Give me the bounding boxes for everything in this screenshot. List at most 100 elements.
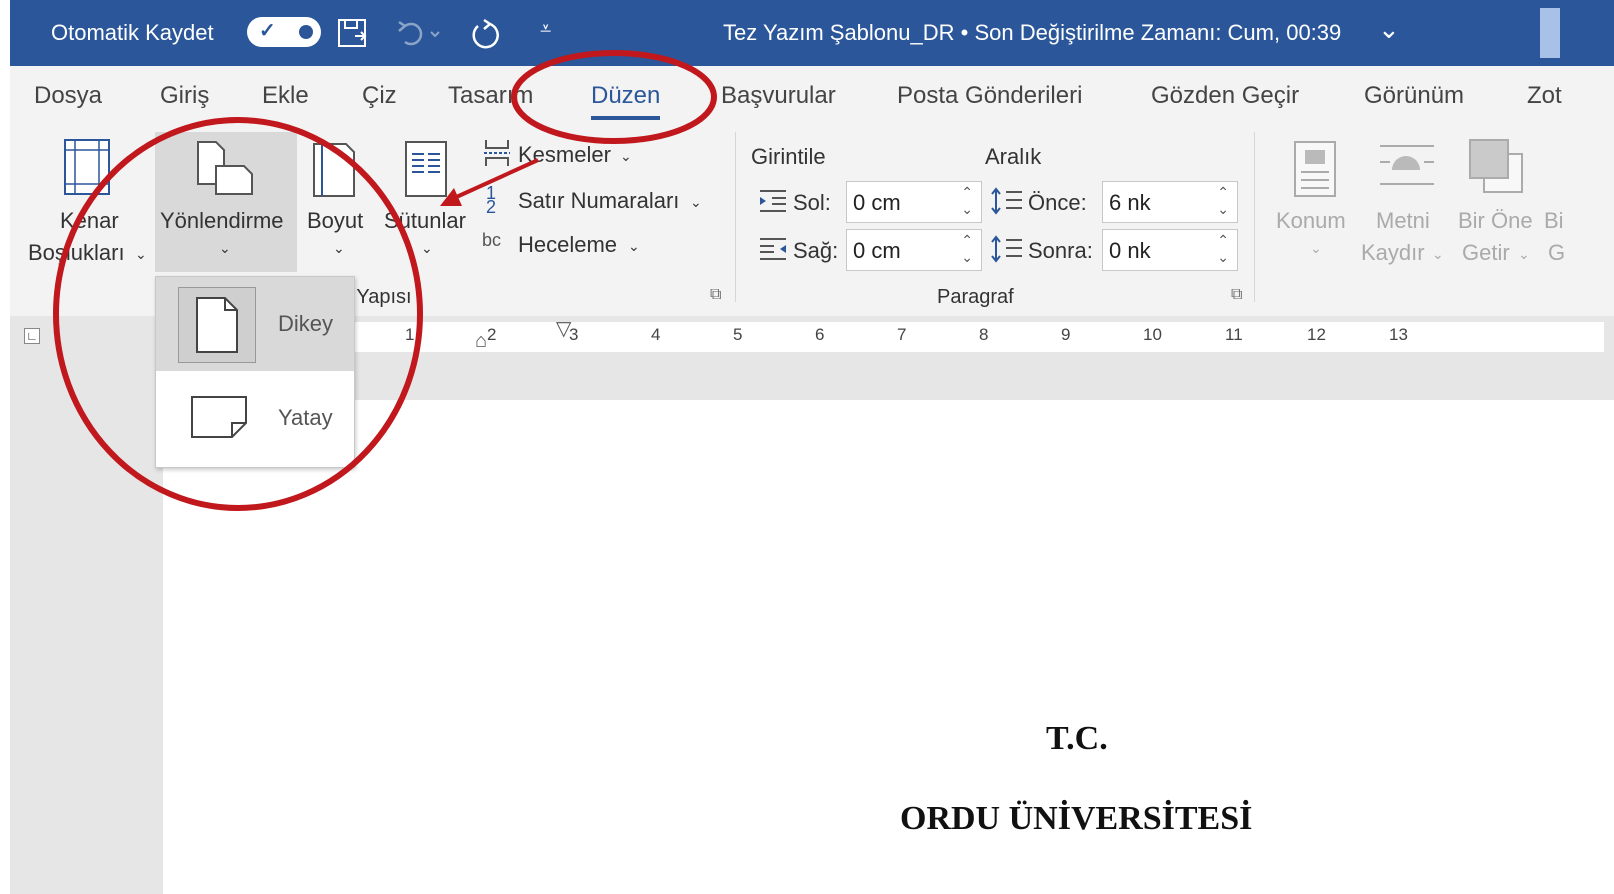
breaks-label[interactable]: Kesmeler <box>518 142 611 168</box>
position-icon <box>1293 140 1337 203</box>
ruler-number: 7 <box>897 325 907 344</box>
orientation-option-portrait[interactable]: Dikey <box>156 277 354 371</box>
ruler-number: 12 <box>1307 325 1326 344</box>
first-line-indent-marker-icon[interactable]: ▽ <box>556 316 571 341</box>
spacing-before-label: Önce: <box>1028 190 1087 215</box>
bring-forward-label-2[interactable]: Getir <box>1462 240 1510 266</box>
spacing-after-icon <box>990 234 1024 269</box>
chevron-down-icon: ⌄ <box>135 246 147 262</box>
chevron-down-icon: ⌄ <box>1518 246 1530 262</box>
spin-arrows-icon[interactable]: ⌃ ⌄ <box>1217 184 1229 218</box>
ruler-number: 11 <box>1225 325 1243 344</box>
tab-tasarim[interactable]: Tasarım <box>448 82 533 110</box>
ruler-number: 1 <box>405 325 415 344</box>
page-setup-launcher-icon[interactable]: ⧉ <box>710 286 721 304</box>
portrait-icon-frame <box>178 287 256 363</box>
indent-title: Girintile <box>751 144 826 169</box>
title-bar: Otomatik Kaydet ✓ ⩡ Tez Yazım Şablonu_DR… <box>10 0 1614 66</box>
tab-giris[interactable]: Giriş <box>160 82 209 110</box>
document-page[interactable]: T.C. ORDU ÜNİVERSİTESİ <box>163 400 1614 894</box>
hanging-indent-marker-icon[interactable]: ⌂ <box>475 330 487 353</box>
ribbon-tabs: Dosya Giriş Ekle Çiz Tasarım Düzen Başvu… <box>10 66 1614 126</box>
spin-arrows-icon[interactable]: ⌃ ⌄ <box>961 232 973 266</box>
chevron-down-icon: ⌄ <box>628 238 640 254</box>
tab-dosya[interactable]: Dosya <box>34 82 102 110</box>
indent-left-input[interactable]: 0 cm ⌃ ⌄ <box>846 181 982 223</box>
chevron-down-icon: ⌄ <box>219 240 231 256</box>
document-title: Tez Yazım Şablonu_DR • Son Değiştirilme … <box>723 20 1342 45</box>
tab-basvurular[interactable]: Başvurular <box>721 82 836 110</box>
doc-line-tc[interactable]: T.C. <box>1046 720 1108 758</box>
ribbon-cutoff-text-2: G <box>1548 240 1566 265</box>
tab-gozden-gecir[interactable]: Gözden Geçir <box>1151 82 1299 110</box>
breaks-icon <box>482 138 512 173</box>
doc-line-university[interactable]: ORDU ÜNİVERSİTESİ <box>900 800 1252 838</box>
line-numbers-icon: 12 <box>486 183 497 217</box>
indent-right-icon <box>758 236 788 267</box>
toggle-knob <box>299 25 313 39</box>
hyphenation-label[interactable]: Heceleme <box>518 232 617 258</box>
landscape-label: Yatay <box>278 405 333 430</box>
orientation-option-landscape[interactable]: Yatay <box>156 371 354 465</box>
spin-arrows-icon[interactable]: ⌃ ⌄ <box>961 184 973 218</box>
size-label[interactable]: Boyut <box>307 208 363 234</box>
ribbon-cutoff-text: Bi <box>1544 208 1564 233</box>
indent-left-icon <box>758 188 788 219</box>
margins-label-1[interactable]: Kenar <box>60 208 119 234</box>
autosave-toggle[interactable]: ✓ <box>247 17 321 47</box>
indent-right-label: Sağ: <box>793 238 839 263</box>
wrap-text-icon <box>1378 140 1436 195</box>
ruler-number: 8 <box>979 325 989 344</box>
spin-arrows-icon[interactable]: ⌃ ⌄ <box>1217 232 1229 266</box>
orientation-icon <box>194 140 256 203</box>
orientation-label[interactable]: Yönlendirme <box>160 208 284 234</box>
tab-gorunum[interactable]: Görünüm <box>1364 82 1464 110</box>
save-icon[interactable] <box>337 18 371 57</box>
columns-icon <box>404 140 450 203</box>
tab-posta-gonderileri[interactable]: Posta Gönderileri <box>897 82 1082 110</box>
redo-icon[interactable] <box>468 18 502 59</box>
portrait-label: Dikey <box>278 311 334 336</box>
spacing-after-input[interactable]: 0 nk ⌃ ⌄ <box>1102 229 1238 271</box>
line-numbers-label[interactable]: Satır Numaraları <box>518 188 679 214</box>
ruler-number: 6 <box>815 325 825 344</box>
spacing-after-label: Sonra: <box>1028 238 1093 263</box>
paragraph-launcher-icon[interactable]: ⧉ <box>1231 286 1242 304</box>
bring-forward-label-1[interactable]: Bir Öne <box>1458 208 1533 234</box>
position-label[interactable]: Konum <box>1276 208 1346 234</box>
customize-toolbar-icon[interactable]: ⩡ <box>540 18 551 41</box>
ruler-number: 2 <box>487 325 497 344</box>
ruler-number: 13 <box>1389 325 1408 344</box>
check-icon: ✓ <box>259 20 276 42</box>
tab-stop-selector-icon[interactable]: ∟ <box>24 328 40 344</box>
undo-icon[interactable] <box>395 18 445 57</box>
group-separator <box>1254 132 1255 302</box>
margins-label-2[interactable]: Boşlukları <box>28 240 125 266</box>
paragraph-group-label: Paragraf <box>937 286 1014 308</box>
wrap-text-label-2[interactable]: Kaydır <box>1361 240 1425 266</box>
chevron-down-icon[interactable]: ⌄ <box>1378 14 1400 45</box>
ruler-number: 10 <box>1143 325 1162 344</box>
bring-forward-icon <box>1468 138 1526 201</box>
page-size-icon <box>312 140 358 203</box>
indent-right-input[interactable]: 0 cm ⌃ ⌄ <box>846 229 982 271</box>
chevron-down-icon: ⌄ <box>620 148 632 164</box>
chevron-down-icon: ⌄ <box>333 240 345 256</box>
chevron-down-icon: ⌄ <box>1310 240 1322 256</box>
ruler-number: 9 <box>1061 325 1071 344</box>
chevron-down-icon: ⌄ <box>1432 246 1444 262</box>
hyphenation-icon: bc <box>482 230 502 250</box>
tab-zotero[interactable]: Zot <box>1527 82 1562 110</box>
tab-duzen[interactable]: Düzen <box>591 82 661 120</box>
columns-label[interactable]: Sütunlar <box>384 208 466 234</box>
spacing-title: Aralık <box>985 144 1042 169</box>
chevron-down-icon: ⌄ <box>421 240 433 256</box>
ruler-track <box>348 322 1604 352</box>
tab-ekle[interactable]: Ekle <box>262 82 309 110</box>
indent-left-label: Sol: <box>793 190 831 215</box>
tab-ciz[interactable]: Çiz <box>362 82 397 110</box>
spacing-before-input[interactable]: 6 nk ⌃ ⌄ <box>1102 181 1238 223</box>
search-box-edge[interactable] <box>1540 8 1560 58</box>
ruler-number: 5 <box>733 325 743 344</box>
wrap-text-label-1[interactable]: Metni <box>1376 208 1430 234</box>
